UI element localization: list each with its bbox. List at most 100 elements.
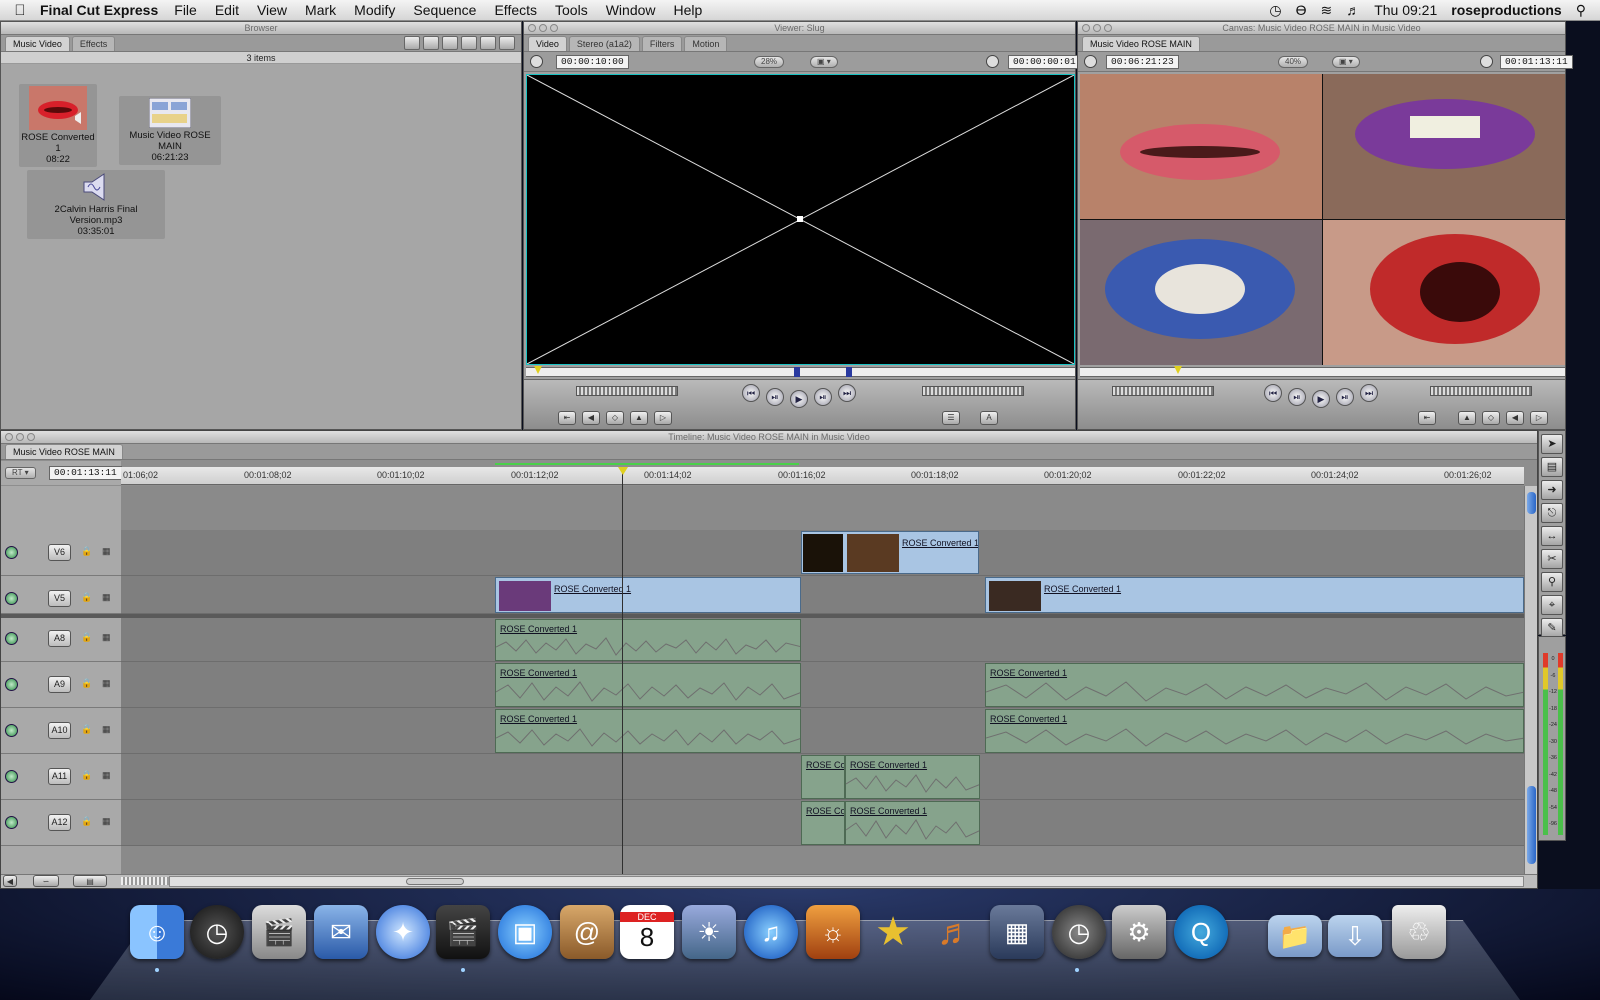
play-around-button[interactable]: ⏯ bbox=[1336, 388, 1354, 406]
system-preferences-icon[interactable]: ⚙ bbox=[1112, 905, 1166, 959]
ichat-icon[interactable]: ▣ bbox=[498, 905, 552, 959]
pen-tool-icon[interactable]: ✎ bbox=[1541, 618, 1563, 638]
viewer-current-timecode[interactable]: 00:00:00:01 bbox=[1008, 55, 1081, 69]
audio-enable-toggle[interactable] bbox=[5, 724, 18, 737]
time-machine-status-icon[interactable]: ◷ bbox=[1269, 2, 1281, 19]
menu-sequence[interactable]: Sequence bbox=[413, 2, 476, 18]
imovie-star-icon[interactable]: ★ bbox=[866, 905, 920, 959]
menu-view[interactable]: View bbox=[257, 2, 287, 18]
roll-tool-icon[interactable]: ⎋ bbox=[1541, 503, 1563, 523]
mark-in-button[interactable]: ◀ bbox=[1506, 411, 1524, 425]
play-button[interactable]: ▶ bbox=[1312, 390, 1330, 408]
add-keyframe-button[interactable]: ▲ bbox=[630, 411, 648, 425]
auto-select-icon[interactable]: ▦ bbox=[102, 678, 111, 689]
apple-menu-icon[interactable]:  bbox=[0, 2, 40, 19]
canvas-duration-timecode[interactable]: 00:06:21:23 bbox=[1106, 55, 1179, 69]
timeline-current-timecode[interactable]: 00:01:13:11 bbox=[49, 466, 122, 480]
auto-select-icon[interactable]: ▦ bbox=[102, 816, 111, 827]
menu-edit[interactable]: Edit bbox=[215, 2, 239, 18]
auto-select-icon[interactable]: ▦ bbox=[102, 546, 111, 557]
menu-modify[interactable]: Modify bbox=[354, 2, 395, 18]
lock-icon[interactable]: 🔒 bbox=[81, 816, 92, 827]
view-large-icon[interactable] bbox=[480, 36, 496, 50]
mail-icon[interactable]: ✉ bbox=[314, 905, 368, 959]
slip-tool-icon[interactable]: ↔ bbox=[1541, 526, 1563, 546]
menu-tools[interactable]: Tools bbox=[555, 2, 588, 18]
final-cut-icon[interactable]: 🎬 bbox=[436, 905, 490, 959]
menu-help[interactable]: Help bbox=[674, 2, 703, 18]
track-a9[interactable]: ROSE Converted 1 ROSE Converted 1 bbox=[121, 662, 1524, 708]
garageband-icon[interactable]: ♬ bbox=[928, 905, 982, 959]
safari-icon[interactable]: ✦ bbox=[376, 905, 430, 959]
timeline-ruler[interactable]: 01:06;02 00:01:08;02 00:01:10;02 00:01:1… bbox=[121, 467, 1524, 485]
canvas-playhead[interactable] bbox=[1174, 366, 1182, 374]
viewer-video-area[interactable] bbox=[526, 74, 1075, 365]
app-menu[interactable]: Final Cut Express bbox=[40, 2, 158, 18]
canvas-shuttle-slider[interactable] bbox=[1112, 386, 1214, 396]
crop-tool-icon[interactable]: ⌖ bbox=[1541, 595, 1563, 615]
generator-button[interactable]: A bbox=[980, 411, 998, 425]
lock-icon[interactable]: 🔒 bbox=[81, 592, 92, 603]
track-a11[interactable]: ROSE Co ROSE Converted 1 bbox=[121, 754, 1524, 800]
canvas-jog-wheel[interactable] bbox=[1430, 386, 1532, 396]
tab-motion[interactable]: Motion bbox=[684, 36, 728, 51]
edit-selection-tool-icon[interactable]: ▤ bbox=[1541, 457, 1563, 477]
canvas-zoom-popup[interactable]: 40% bbox=[1278, 56, 1309, 68]
rt-popup[interactable]: RT ▾ bbox=[5, 467, 36, 479]
itunes-icon[interactable]: ♫ bbox=[744, 905, 798, 959]
video-clip[interactable]: ROSE Converted 1 bbox=[495, 577, 801, 613]
menu-window[interactable]: Window bbox=[606, 2, 656, 18]
viewer-in-point-marker[interactable] bbox=[794, 367, 800, 377]
imovie-icon[interactable]: 🎬 bbox=[252, 905, 306, 959]
viewer-playhead[interactable] bbox=[534, 366, 542, 374]
address-book-icon[interactable]: @ bbox=[560, 905, 614, 959]
play-around-button[interactable]: ⏯ bbox=[814, 388, 832, 406]
tab-effects[interactable]: Effects bbox=[71, 36, 116, 51]
clip-overlays-toggle[interactable]: ∽ bbox=[33, 875, 59, 887]
viewer-shuttle-slider[interactable] bbox=[576, 386, 678, 396]
volume-icon[interactable]: ♬ bbox=[1346, 2, 1360, 18]
zoom-slider[interactable] bbox=[121, 877, 169, 885]
tab-music-video[interactable]: Music Video bbox=[5, 36, 70, 51]
timeline-horizontal-scrollbar[interactable] bbox=[169, 876, 1524, 887]
audio-clip[interactable]: ROSE Converted 1 bbox=[495, 709, 801, 753]
canvas-view-popup[interactable]: ▣ ▾ bbox=[1332, 56, 1360, 68]
auto-select-icon[interactable]: ▦ bbox=[102, 592, 111, 603]
browser-item-audio[interactable]: 2Calvin Harris Final Version.mp3 03:35:0… bbox=[27, 170, 165, 239]
track-a8[interactable]: ROSE Converted 1 bbox=[121, 618, 1524, 662]
folder-icon[interactable]: 📁 bbox=[1268, 915, 1322, 957]
ical-icon[interactable]: DEC 8 bbox=[620, 905, 674, 959]
viewer-zoom-popup[interactable]: 28% bbox=[754, 56, 785, 68]
lock-icon[interactable]: 🔒 bbox=[81, 632, 92, 643]
scroll-thumb[interactable] bbox=[1527, 492, 1536, 514]
track-v5[interactable]: ROSE Converted 1 ROSE Converted 1 bbox=[121, 576, 1524, 614]
minimize-button[interactable] bbox=[16, 433, 24, 441]
menu-effects[interactable]: Effects bbox=[494, 2, 537, 18]
dashboard-icon[interactable]: ◷ bbox=[190, 905, 244, 959]
track-label[interactable]: V6 bbox=[48, 544, 71, 561]
menu-file[interactable]: File bbox=[174, 2, 197, 18]
zoom-button[interactable] bbox=[27, 433, 35, 441]
viewer-jog-wheel[interactable] bbox=[922, 386, 1024, 396]
play-in-to-out-button[interactable]: ⏯ bbox=[766, 388, 784, 406]
timeline-playhead-handle[interactable] bbox=[618, 467, 628, 475]
scroll-thumb[interactable] bbox=[1527, 786, 1536, 864]
lock-icon[interactable]: 🔒 bbox=[81, 546, 92, 557]
iphoto-icon[interactable]: ☀ bbox=[682, 905, 736, 959]
mark-out-button[interactable]: ▷ bbox=[654, 411, 672, 425]
track-a10[interactable]: ROSE Converted 1 ROSE Converted 1 bbox=[121, 708, 1524, 754]
canvas-scrubber-bar[interactable] bbox=[1080, 367, 1565, 377]
finder-icon[interactable]: ☺ bbox=[130, 905, 184, 959]
browser-item-rose-converted[interactable]: ROSE Converted 1 08:22 bbox=[19, 84, 97, 167]
track-a12[interactable]: ROSE Co ROSE Converted 1 bbox=[121, 800, 1524, 846]
viewer-scrubber-bar[interactable] bbox=[526, 367, 1075, 377]
clock[interactable]: Thu 09:21 bbox=[1374, 2, 1437, 18]
timeline-vertical-scrollbar[interactable] bbox=[1524, 486, 1537, 874]
tab-video[interactable]: Video bbox=[528, 36, 567, 51]
auto-select-icon[interactable]: ▦ bbox=[102, 632, 111, 643]
audio-enable-toggle[interactable] bbox=[5, 770, 18, 783]
iphoto-library-icon[interactable]: ☼ bbox=[806, 905, 860, 959]
tab-stereo[interactable]: Stereo (a1a2) bbox=[568, 36, 640, 51]
minimize-button[interactable] bbox=[1093, 24, 1101, 32]
view-glasses-icon[interactable] bbox=[404, 36, 420, 50]
